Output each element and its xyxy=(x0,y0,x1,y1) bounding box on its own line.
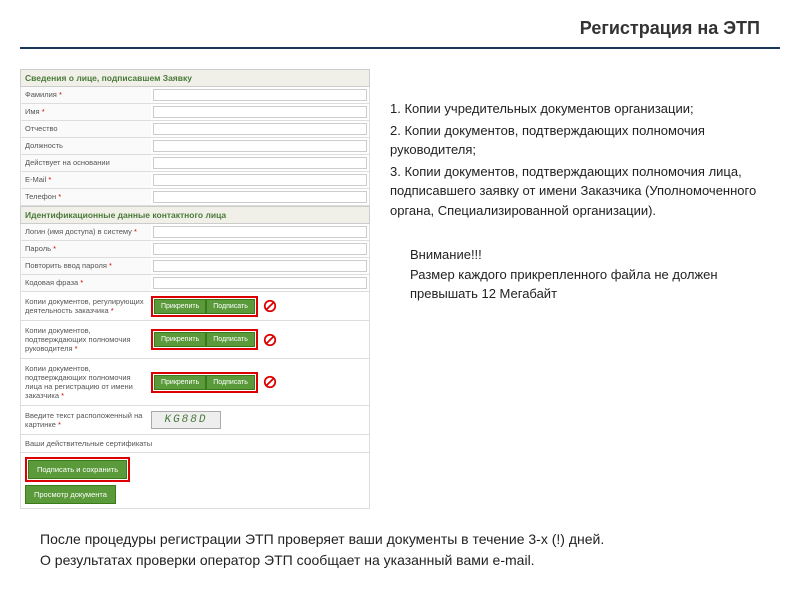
info-list: 1. Копии учредительных документов органи… xyxy=(390,99,780,220)
section-header-signer: Сведения о лице, подписавшем Заявку xyxy=(20,69,370,87)
surname-input[interactable] xyxy=(153,89,367,101)
field-label: Действует на основании xyxy=(21,155,151,171)
info-panel: 1. Копии учредительных документов органи… xyxy=(390,69,780,509)
field-label: Пароль * xyxy=(21,241,151,257)
doc-row: Копии документов, подтверждающих полномо… xyxy=(20,359,370,406)
submit-area: Подписать и сохранить Просмотр документа xyxy=(20,453,370,509)
highlight-box: ПрикрепитьПодписать xyxy=(151,372,258,393)
highlight-box: Подписать и сохранить xyxy=(25,457,130,482)
submit-button[interactable]: Подписать и сохранить xyxy=(28,460,127,479)
field-label: E-Mail * xyxy=(21,172,151,188)
field-label: Телефон * xyxy=(21,189,151,205)
field-label: Кодовая фраза * xyxy=(21,275,151,291)
captcha-label: Введите текст расположенный на картинке … xyxy=(21,409,151,431)
email-input[interactable] xyxy=(153,174,367,186)
field-label: Отчество xyxy=(21,121,151,137)
field-label: Имя * xyxy=(21,104,151,120)
prohibited-icon xyxy=(263,333,277,347)
login-input[interactable] xyxy=(153,226,367,238)
field-row: Повторить ввод пароля * xyxy=(20,258,370,275)
prohibited-icon xyxy=(263,299,277,313)
doc-row: Копии документов, подтверждающих полномо… xyxy=(20,321,370,359)
password-repeat-input[interactable] xyxy=(153,260,367,272)
info-item: 2. Копии документов, подтверждающих полн… xyxy=(390,121,780,160)
doc-row: Копии документов, регулирующих деятельно… xyxy=(20,292,370,321)
position-input[interactable] xyxy=(153,140,367,152)
main-content: Сведения о лице, подписавшем Заявку Фами… xyxy=(0,49,800,519)
footer-line: О результатах проверки оператор ЭТП сооб… xyxy=(40,550,760,571)
prohibited-icon xyxy=(263,375,277,389)
sign-button[interactable]: Подписать xyxy=(206,299,255,314)
patronymic-input[interactable] xyxy=(153,123,367,135)
field-row: Имя * xyxy=(20,104,370,121)
captcha-image: KG88D xyxy=(151,411,221,429)
sign-button[interactable]: Подписать xyxy=(206,332,255,347)
field-row: Должность xyxy=(20,138,370,155)
doc-label: Копии документов, подтверждающих полномо… xyxy=(21,362,151,402)
info-item: 3. Копии документов, подтверждающих полн… xyxy=(390,162,780,221)
captcha-row: Введите текст расположенный на картинке … xyxy=(20,406,370,435)
field-row: E-Mail * xyxy=(20,172,370,189)
section-header-contact: Идентификационные данные контактного лиц… xyxy=(20,206,370,224)
field-row: Пароль * xyxy=(20,241,370,258)
name-input[interactable] xyxy=(153,106,367,118)
attach-button[interactable]: Прикрепить xyxy=(154,332,206,347)
doc-label: Копии документов, регулирующих деятельно… xyxy=(21,295,151,317)
warning-box: Внимание!!! Размер каждого прикрепленног… xyxy=(410,245,780,304)
phone-input[interactable] xyxy=(153,191,367,203)
registration-form: Сведения о лице, подписавшем Заявку Фами… xyxy=(20,69,370,509)
field-row: Действует на основании xyxy=(20,155,370,172)
highlight-box: ПрикрепитьПодписать xyxy=(151,329,258,350)
highlight-box: ПрикрепитьПодписать xyxy=(151,296,258,317)
field-row: Телефон * xyxy=(20,189,370,206)
field-label: Логин (имя доступа) в систему * xyxy=(21,224,151,240)
password-input[interactable] xyxy=(153,243,367,255)
field-label: Фамилия * xyxy=(21,87,151,103)
field-row: Кодовая фраза * xyxy=(20,275,370,292)
field-row: Фамилия * xyxy=(20,87,370,104)
sign-button[interactable]: Подписать xyxy=(206,375,255,390)
codephrase-input[interactable] xyxy=(153,277,367,289)
preview-button[interactable]: Просмотр документа xyxy=(25,485,116,504)
cert-label: Ваши действительные сертификаты xyxy=(20,435,370,453)
page-title: Регистрация на ЭТП xyxy=(0,0,800,47)
field-row: Логин (имя доступа) в систему * xyxy=(20,224,370,241)
warning-title: Внимание!!! xyxy=(410,245,780,265)
basis-input[interactable] xyxy=(153,157,367,169)
info-item: 1. Копии учредительных документов органи… xyxy=(390,99,780,119)
footer-line: После процедуры регистрации ЭТП проверяе… xyxy=(40,529,760,550)
doc-label: Копии документов, подтверждающих полномо… xyxy=(21,324,151,355)
warning-text: Размер каждого прикрепленного файла не д… xyxy=(410,265,780,304)
attach-button[interactable]: Прикрепить xyxy=(154,299,206,314)
footer-info: После процедуры регистрации ЭТП проверяе… xyxy=(0,519,800,581)
attach-button[interactable]: Прикрепить xyxy=(154,375,206,390)
field-label: Должность xyxy=(21,138,151,154)
field-row: Отчество xyxy=(20,121,370,138)
field-label: Повторить ввод пароля * xyxy=(21,258,151,274)
